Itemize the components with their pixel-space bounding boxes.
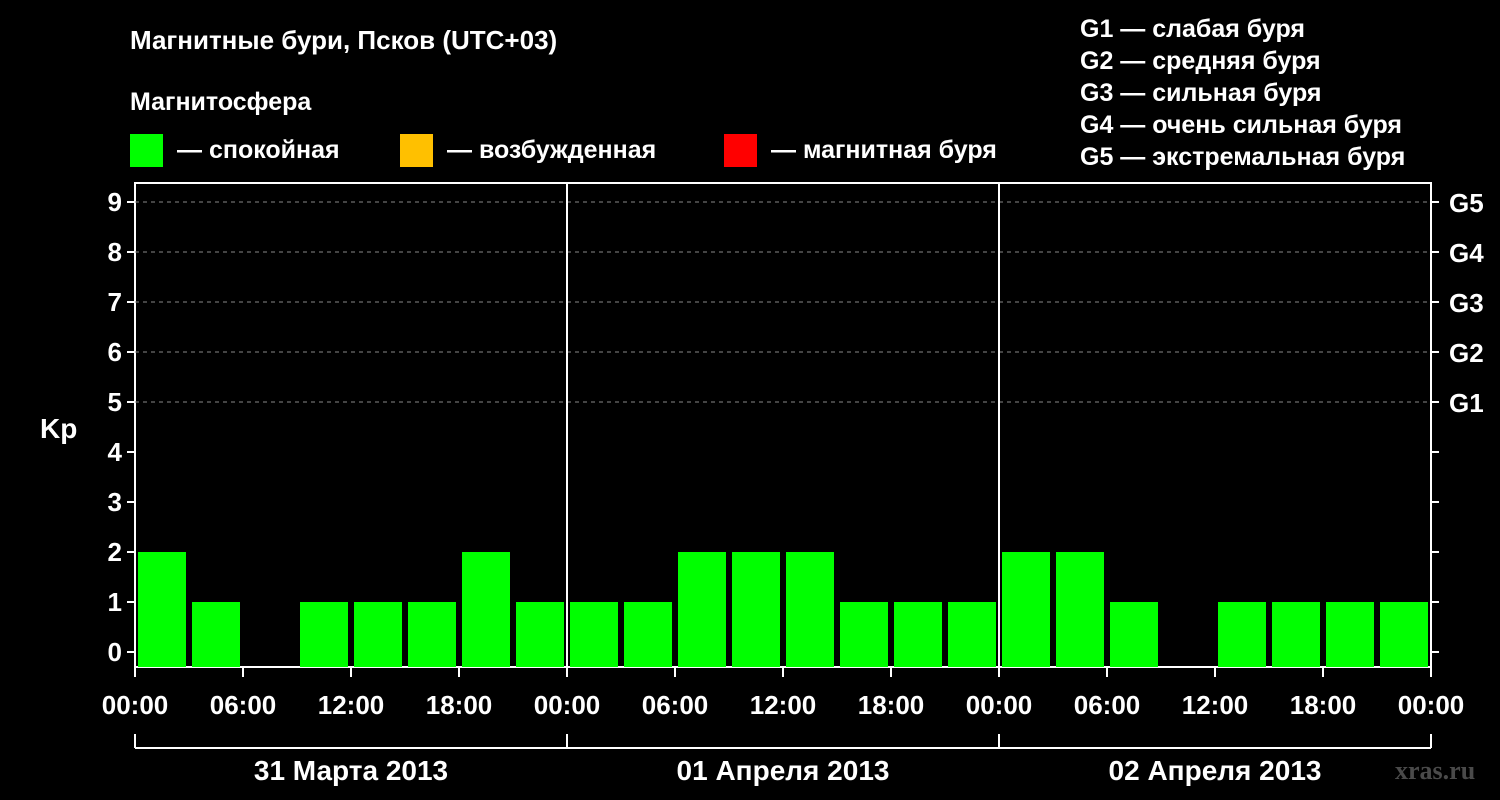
watermark: xras.ru — [1395, 756, 1475, 785]
x-tick-label-11: 18:00 — [1290, 690, 1357, 720]
kp-bar-10 — [678, 552, 726, 667]
legend-swatch-0 — [130, 134, 163, 167]
y-tick-label-1: 1 — [108, 587, 122, 617]
storm-legend-item-1: G2 — средняя буря — [1080, 47, 1321, 75]
date-label-1: 01 Апреля 2013 — [677, 755, 890, 786]
legend-label-2: — магнитная буря — [771, 136, 997, 164]
g-label-G3: G3 — [1449, 288, 1484, 318]
kp-bar-5 — [408, 602, 456, 667]
kp-bar-16 — [1002, 552, 1050, 667]
x-tick-label-2: 12:00 — [318, 690, 385, 720]
kp-bar-22 — [1326, 602, 1374, 667]
y-tick-label-8: 8 — [108, 237, 122, 267]
x-tick-label-12: 00:00 — [1398, 690, 1465, 720]
chart-subtitle: Магнитосфера — [130, 88, 312, 116]
x-tick-label-3: 18:00 — [426, 690, 493, 720]
kp-bar-8 — [570, 602, 618, 667]
y-tick-label-4: 4 — [108, 437, 123, 467]
y-tick-label-0: 0 — [108, 637, 122, 667]
chart-title: Магнитные бури, Псков (UTC+03) — [130, 25, 557, 55]
kp-bar-23 — [1380, 602, 1428, 667]
storm-legend-item-0: G1 — слабая буря — [1080, 15, 1305, 43]
x-tick-label-8: 00:00 — [966, 690, 1033, 720]
kp-chart: Магнитные бури, Псков (UTC+03) Магнитосф… — [40, 15, 1484, 786]
y-tick-label-9: 9 — [108, 187, 122, 217]
date-label-0: 31 Марта 2013 — [254, 755, 448, 786]
kp-bar-0 — [138, 552, 186, 667]
storm-legend-item-4: G5 — экстремальная буря — [1080, 143, 1405, 171]
kp-bar-9 — [624, 602, 672, 667]
kp-bar-20 — [1218, 602, 1266, 667]
kp-bar-17 — [1056, 552, 1104, 667]
x-tick-label-7: 18:00 — [858, 690, 925, 720]
kp-bar-13 — [840, 602, 888, 667]
storm-legend-item-3: G4 — очень сильная буря — [1080, 111, 1402, 139]
legend-label-1: — возбужденная — [447, 136, 656, 164]
y-tick-label-3: 3 — [108, 487, 122, 517]
kp-bar-12 — [786, 552, 834, 667]
kp-bar-1 — [192, 602, 240, 667]
x-tick-label-1: 06:00 — [210, 690, 277, 720]
storm-legend: G1 — слабая буря G2 — средняя буря G3 — си… — [1080, 15, 1405, 171]
x-tick-label-10: 12:00 — [1182, 690, 1249, 720]
kp-bar-3 — [300, 602, 348, 667]
legend-swatch-1 — [400, 134, 433, 167]
y-tick-label-5: 5 — [108, 387, 122, 417]
kp-bar-7 — [516, 602, 564, 667]
x-tick-label-4: 00:00 — [534, 690, 601, 720]
g-label-G2: G2 — [1449, 338, 1484, 368]
x-tick-label-0: 00:00 — [102, 690, 169, 720]
kp-bar-15 — [948, 602, 996, 667]
g-label-G4: G4 — [1449, 238, 1484, 268]
date-label-2: 02 Апреля 2013 — [1109, 755, 1322, 786]
kp-bar-18 — [1110, 602, 1158, 667]
kp-bar-11 — [732, 552, 780, 667]
kp-bar-4 — [354, 602, 402, 667]
legend-swatch-2 — [724, 134, 757, 167]
y-tick-label-7: 7 — [108, 287, 122, 317]
legend-label-0: — спокойная — [177, 136, 340, 164]
kp-bar-14 — [894, 602, 942, 667]
g-label-G1: G1 — [1449, 388, 1484, 418]
plot-frame — [134, 182, 1432, 668]
kp-bar-6 — [462, 552, 510, 667]
g-label-G5: G5 — [1449, 188, 1484, 218]
y-tick-label-2: 2 — [108, 537, 122, 567]
plot-area: 0 1 2 3 4 5 6 7 8 9 G1 G2 G3 G4 G5 00:00 06:00 12:00 18:00… — [102, 182, 1484, 786]
x-tick-label-9: 06:00 — [1074, 690, 1141, 720]
x-tick-label-5: 06:00 — [642, 690, 709, 720]
y-axis-label: Kp — [40, 413, 77, 444]
x-tick-label-6: 12:00 — [750, 690, 817, 720]
kp-bar-21 — [1272, 602, 1320, 667]
chart-header: Магнитные бури, Псков (UTC+03) Магнитосф… — [130, 25, 557, 116]
level-legend: — спокойная — возбужденная — магнитная бур… — [130, 134, 997, 167]
y-tick-label-6: 6 — [108, 337, 122, 367]
storm-legend-item-2: G3 — сильная буря — [1080, 79, 1322, 107]
